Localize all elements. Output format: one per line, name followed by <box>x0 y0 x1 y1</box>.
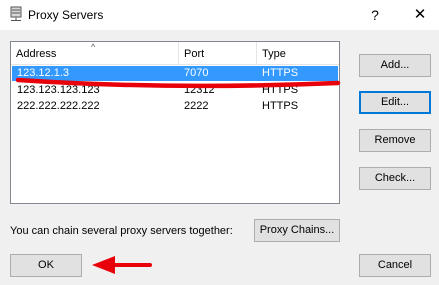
row-port: 2222 <box>184 100 209 112</box>
column-header-port[interactable]: Port <box>179 42 257 64</box>
row-type: HTTPS <box>262 100 299 112</box>
row-address: 222.222.222.222 <box>17 100 100 112</box>
column-header-address[interactable]: Address ^ <box>11 42 179 64</box>
proxy-row[interactable]: 222.222.222.222 2222 HTTPS <box>12 99 338 114</box>
row-port: 12312 <box>184 84 215 96</box>
column-label-address: Address <box>16 48 57 60</box>
help-button[interactable]: ? <box>360 0 390 30</box>
arrow-left-icon <box>92 256 115 274</box>
row-port: 7070 <box>184 67 209 79</box>
row-type: HTTPS <box>262 67 299 79</box>
window-title: Proxy Servers <box>28 8 104 22</box>
column-label-type: Type <box>262 48 286 60</box>
sort-ascending-icon: ^ <box>91 42 96 52</box>
ok-button[interactable]: OK <box>10 254 82 277</box>
remove-button[interactable]: Remove <box>359 129 431 152</box>
close-button[interactable]: ✕ <box>405 0 435 30</box>
row-address: 123.12.1.3 <box>17 67 69 79</box>
proxy-chains-button[interactable]: Proxy Chains... <box>254 219 340 242</box>
column-label-port: Port <box>184 48 205 60</box>
edit-button[interactable]: Edit... <box>359 91 431 114</box>
list-header: Address ^ Port Type <box>11 42 339 65</box>
server-icon <box>10 6 22 21</box>
check-button[interactable]: Check... <box>359 167 431 190</box>
title-bar: Proxy Servers ? ✕ <box>0 0 439 30</box>
column-header-type[interactable]: Type <box>257 42 339 64</box>
row-type: HTTPS <box>262 84 299 96</box>
proxy-server-list[interactable]: Address ^ Port Type 123.12.1.3 7070 HTTP… <box>10 41 340 204</box>
cancel-button[interactable]: Cancel <box>359 254 431 277</box>
add-button[interactable]: Add... <box>359 54 431 77</box>
proxy-row[interactable]: 123.123.123.123 12312 HTTPS <box>12 83 338 98</box>
proxy-row-selected[interactable]: 123.12.1.3 7070 HTTPS <box>12 66 338 81</box>
row-address: 123.123.123.123 <box>17 84 100 96</box>
chain-description: You can chain several proxy servers toge… <box>10 225 233 237</box>
